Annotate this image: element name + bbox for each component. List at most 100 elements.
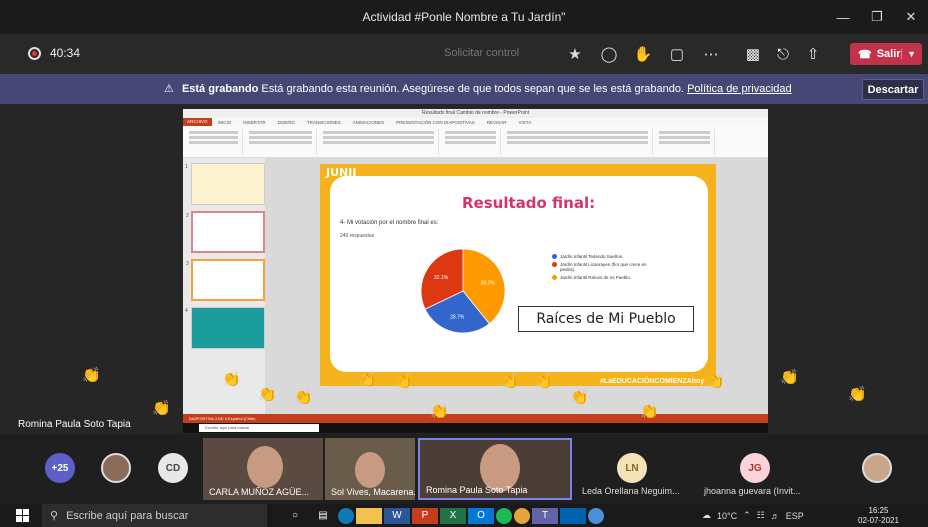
- banner-bold: Está grabando: [181, 83, 259, 95]
- clap-reaction-icon: 👏: [500, 373, 519, 390]
- thumb-number: 4: [185, 308, 188, 314]
- dismiss-button[interactable]: Descartar: [862, 79, 924, 100]
- privacy-policy-link[interactable]: Política de privacidad: [687, 83, 792, 95]
- window-controls: — ❐ ✕: [826, 0, 928, 34]
- clap-reaction-icon: 👏: [294, 389, 313, 406]
- clap-reaction-icon: 👏: [848, 386, 867, 403]
- clap-reaction-icon: 👏: [706, 373, 725, 390]
- taskbar-search-input[interactable]: ⚲ Escribe aquí para buscar: [42, 504, 267, 527]
- active-speaker-name: Romina Paula Soto Tapia: [18, 419, 131, 430]
- network-icon[interactable]: ☷: [757, 510, 765, 521]
- participant-face: [355, 452, 385, 488]
- reactions-icon[interactable]: ✋: [626, 45, 660, 63]
- legend-item: Jardín Infantil Tedendo Sueños.: [552, 254, 662, 259]
- tray-chevron-icon[interactable]: ⌃: [743, 510, 751, 521]
- ppt-tab[interactable]: VISTA: [513, 120, 538, 125]
- edge-icon[interactable]: [338, 507, 354, 524]
- avatar[interactable]: [101, 453, 131, 483]
- question-text: 4- Mi votación por el nombre final es:: [340, 220, 439, 226]
- legend-label: Jardín Infantil Raíces de mi Pueblo.: [560, 275, 632, 280]
- widgets-icon[interactable]: ▤: [310, 508, 336, 524]
- ppt-tab[interactable]: ARCHIVO: [183, 118, 212, 126]
- share-screen-icon[interactable]: ⇧: [798, 45, 828, 63]
- slide-thumbnail[interactable]: 1: [185, 163, 265, 205]
- slide-thumbnail[interactable]: 3: [186, 259, 265, 301]
- ppt-tab[interactable]: PRESENTACIÓN CON DIAPOSITIVAS: [390, 120, 481, 125]
- clap-reaction-icon: 👏: [358, 371, 377, 388]
- recording-icon: [28, 47, 41, 60]
- app-icon[interactable]: [588, 507, 604, 524]
- slide-thumbnail[interactable]: 4: [185, 307, 265, 349]
- system-tray: ☁ 10°C ⌃ ☷ ♬ ESP: [702, 504, 810, 527]
- window-title-bar: Actividad #Ponle Nombre a Tu Jardín" — ❐…: [0, 0, 928, 34]
- weather-icon[interactable]: ☁: [702, 510, 711, 521]
- participant-video[interactable]: CARLA MUÑOZ AGÜE...: [203, 438, 323, 500]
- thumb-number: 3: [186, 261, 189, 267]
- avatar[interactable]: CD: [158, 453, 188, 483]
- slide-thumbnail[interactable]: 2: [186, 211, 265, 253]
- participant-video[interactable]: Romina Paula Soto Tapia: [418, 438, 572, 500]
- ppt-tab[interactable]: DISEÑO: [272, 120, 301, 125]
- task-view-icon[interactable]: ○: [282, 508, 308, 524]
- ppt-tab[interactable]: INICIO: [212, 120, 238, 125]
- chrome-icon[interactable]: [514, 507, 530, 524]
- participant-video[interactable]: Sol Vives, Macarena...: [325, 438, 415, 500]
- clap-reaction-icon: 👏: [222, 371, 241, 388]
- mic-off-icon[interactable]: ⎋: [768, 46, 798, 63]
- participant-name: Romina Paula Soto Tapia: [426, 485, 528, 495]
- teams-icon[interactable]: T: [532, 507, 558, 524]
- windows-start-icon[interactable]: [16, 509, 29, 522]
- participants-icon[interactable]: ★: [558, 45, 592, 63]
- pie-chart: 39.2% 28.7% 32.1%: [420, 248, 506, 334]
- spotify-icon[interactable]: [496, 507, 512, 524]
- ppt-tab[interactable]: REVISAR: [481, 120, 513, 125]
- ribbon-group-slides: [245, 129, 317, 155]
- pie-data-label: 28.7%: [450, 314, 465, 320]
- rooms-icon[interactable]: ▢: [660, 45, 694, 63]
- responses-count: 240 respuestas: [340, 233, 375, 239]
- weather-temp[interactable]: 10°C: [717, 511, 737, 521]
- clap-reaction-icon: 👏: [640, 403, 659, 420]
- outlook-icon[interactable]: O: [468, 507, 494, 524]
- leave-button[interactable]: ☎ Salir ▼: [850, 43, 922, 65]
- participant-name: jhoanna guevara (Invit...: [704, 486, 801, 496]
- ribbon-group-font: [319, 129, 439, 155]
- word-icon[interactable]: W: [384, 507, 410, 524]
- file-explorer-icon[interactable]: [356, 507, 382, 524]
- shared-screen-stage: Resultado final Cambio de nombre - Power…: [0, 104, 928, 434]
- more-actions-icon[interactable]: ⋯: [694, 45, 728, 63]
- warning-icon: ⚠: [164, 83, 174, 95]
- legend-swatch: [552, 254, 557, 259]
- powerpoint-window: Resultado final Cambio de nombre - Power…: [183, 109, 768, 423]
- ppt-tab[interactable]: TRANSICIONES: [301, 120, 347, 125]
- ppt-tab[interactable]: INSERTAR: [237, 120, 271, 125]
- minimize-button[interactable]: —: [826, 0, 860, 34]
- chevron-down-icon[interactable]: ▼: [901, 49, 916, 59]
- ppt-status-bar: DIAPOSITIVA 3 DE 4 Español (Chile): [183, 414, 768, 423]
- store-icon[interactable]: [560, 507, 586, 524]
- clap-reaction-icon: 👏: [394, 373, 413, 390]
- ribbon-group-paragraph: [441, 129, 501, 155]
- avatar[interactable]: LN: [617, 453, 647, 483]
- participant-name: Sol Vives, Macarena...: [331, 487, 415, 497]
- chat-icon[interactable]: ◯: [592, 45, 626, 63]
- chart-legend: Jardín Infantil Tedendo Sueños. Jardín In…: [552, 254, 662, 283]
- request-control-button[interactable]: Solicitar control: [444, 47, 519, 59]
- recording-banner: ⚠ Está grabando Está grabando esta reuni…: [0, 74, 928, 104]
- keyboard-language[interactable]: ESP: [786, 511, 804, 521]
- more-participants-button[interactable]: +25: [45, 453, 75, 483]
- close-button[interactable]: ✕: [894, 0, 928, 34]
- meeting-timer: 40:34: [50, 46, 81, 60]
- avatar[interactable]: [862, 453, 892, 483]
- camera-off-icon[interactable]: ▩: [738, 45, 768, 63]
- ppt-tab[interactable]: ANIMACIONES: [347, 120, 391, 125]
- shared-taskbar: Escribe aquí para buscar: [183, 423, 768, 433]
- volume-icon[interactable]: ♬: [771, 511, 780, 521]
- taskbar-clock[interactable]: 16:25 02-07-2021: [858, 506, 899, 526]
- pie-data-label: 39.2%: [480, 280, 495, 286]
- powerpoint-icon[interactable]: P: [412, 507, 438, 524]
- clap-reaction-icon: 👏: [82, 367, 101, 384]
- excel-icon[interactable]: X: [440, 507, 466, 524]
- avatar[interactable]: JG: [740, 453, 770, 483]
- maximize-button[interactable]: ❐: [860, 0, 894, 34]
